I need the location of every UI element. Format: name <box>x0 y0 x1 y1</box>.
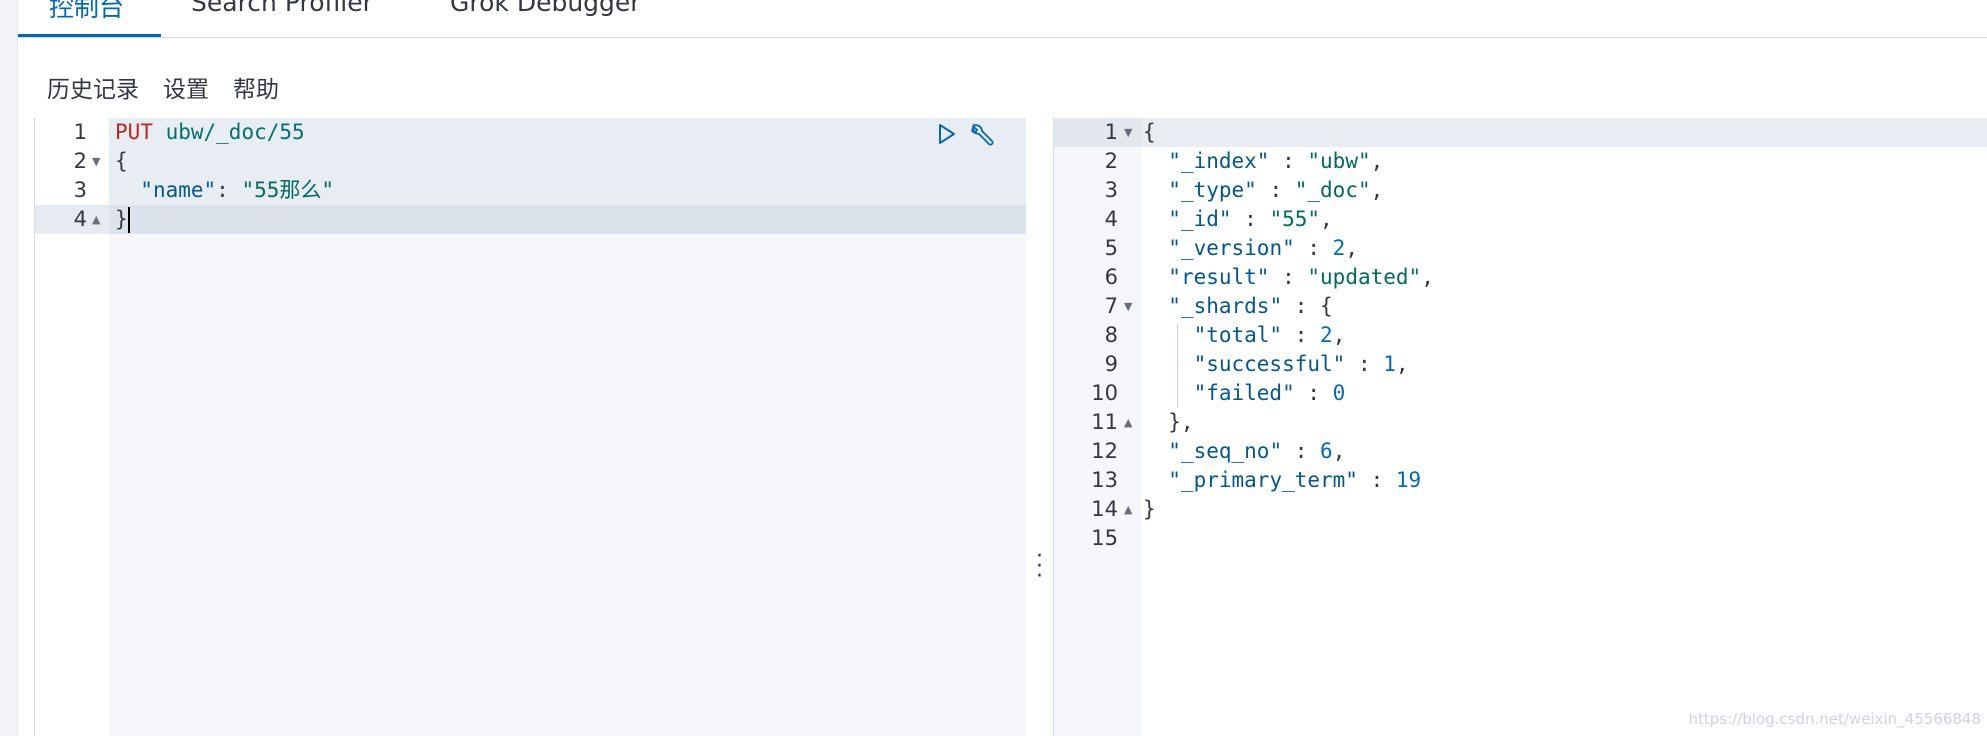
json-key: "_index" <box>1168 149 1270 173</box>
fold-close-icon[interactable]: ▲ <box>92 205 100 234</box>
fold-open-icon[interactable]: ▼ <box>1124 292 1132 321</box>
response-line: "_id" : "55", <box>1168 207 1333 231</box>
line-number: 7 <box>1104 294 1118 318</box>
line-number: 5 <box>1104 236 1118 260</box>
response-line: }, <box>1143 410 1194 434</box>
line-number: 8 <box>1104 323 1118 347</box>
current-line-highlight <box>109 205 1026 234</box>
request-line-1: PUT ubw/_doc/55 <box>115 118 305 147</box>
tab-grok-debugger[interactable]: Grok Debugger <box>450 0 641 17</box>
json-key: "_primary_term" <box>1168 468 1358 492</box>
active-tab-indicator <box>18 34 161 37</box>
line-number: 6 <box>1104 265 1118 289</box>
json-number-value: 0 <box>1332 381 1346 405</box>
indent-guide <box>1177 324 1178 408</box>
tab-search-profiler[interactable]: Search Profiler <box>191 0 373 17</box>
left-nav-strip <box>0 0 18 736</box>
json-number-value: 2 <box>1332 236 1346 260</box>
tab-bar: 控制台 Search Profiler Grok Debugger <box>18 0 1987 38</box>
json-key: "_seq_no" <box>1168 439 1283 463</box>
json-number-value: 2 <box>1320 323 1333 347</box>
response-current-line-highlight <box>1141 118 1987 147</box>
request-line-2: { <box>115 149 128 173</box>
line-number: 1 <box>1104 120 1118 144</box>
line-number: 4 <box>1104 207 1118 231</box>
line-number: 11 <box>1091 410 1118 434</box>
fold-open-icon[interactable]: ▼ <box>92 147 100 176</box>
json-string-value: "updated" <box>1307 265 1422 289</box>
line-number: 4 <box>73 207 87 231</box>
tab-console[interactable]: 控制台 <box>49 0 124 24</box>
response-line: "failed" : 0 <box>1193 381 1346 405</box>
request-code-area[interactable]: PUT ubw/_doc/55 { "name": "55那么" } <box>109 118 1026 736</box>
line-number: 2 <box>73 149 87 173</box>
request-line-3: "name": "55那么" <box>140 178 335 202</box>
request-gutter: 1 2 ▼ 3 4 ▲ <box>34 118 111 736</box>
http-method: PUT <box>115 120 153 144</box>
json-key: "name" <box>140 178 217 202</box>
menu-history[interactable]: 历史记录 <box>47 77 139 103</box>
json-number-value: 6 <box>1320 439 1333 463</box>
json-key: "result" <box>1168 265 1270 289</box>
response-line: "total" : 2, <box>1193 323 1346 347</box>
json-number-value: 19 <box>1395 468 1422 492</box>
json-key: "_version" <box>1168 236 1295 260</box>
json-key: "successful" <box>1193 352 1346 376</box>
response-line: "_index" : "ubw", <box>1168 149 1384 173</box>
line-number: 13 <box>1091 468 1118 492</box>
response-line: } <box>1143 497 1156 521</box>
response-line: "result" : "updated", <box>1168 265 1434 289</box>
line-number: 12 <box>1091 439 1118 463</box>
line-number: 3 <box>1104 178 1118 202</box>
fold-close-icon[interactable]: ▲ <box>1124 495 1132 524</box>
json-key: "_shards" <box>1168 294 1283 318</box>
json-key: "total" <box>1193 323 1283 347</box>
response-viewer: 1 ▼ 2 3 4 5 6 7 ▼ 8 9 10 11 ▲ 12 13 14 ▲… <box>1053 118 1987 736</box>
response-line: "_shards" : { <box>1168 294 1333 318</box>
response-line: { <box>1143 120 1156 144</box>
json-key: "_type" <box>1168 178 1257 202</box>
json-string-value: "55" <box>1269 207 1321 231</box>
json-string-value: "55那么" <box>241 178 335 202</box>
close-brace: } <box>115 207 128 231</box>
play-icon[interactable] <box>935 123 957 145</box>
json-key: "failed" <box>1193 381 1295 405</box>
response-code-area: { "_index" : "ubw", "_type" : "_doc", "_… <box>1141 118 1987 736</box>
request-editor[interactable]: 1 2 ▼ 3 4 ▲ PUT ubw/_doc/55 { "name": "5… <box>34 118 1026 736</box>
response-line: "_type" : "_doc", <box>1168 178 1384 202</box>
json-number-value: 1 <box>1383 352 1396 376</box>
line-number: 2 <box>1104 149 1118 173</box>
line-number: 3 <box>73 178 87 202</box>
response-line: "_version" : 2, <box>1168 236 1358 260</box>
menu-settings[interactable]: 设置 <box>163 77 209 103</box>
line-number: 9 <box>1104 352 1118 376</box>
fold-close-icon[interactable]: ▲ <box>1124 408 1132 437</box>
menu-help[interactable]: 帮助 <box>233 77 279 103</box>
request-line-4: } <box>115 205 130 234</box>
console-menu: 历史记录 设置 帮助 <box>47 70 303 104</box>
response-gutter: 1 ▼ 2 3 4 5 6 7 ▼ 8 9 10 11 ▲ 12 13 14 ▲… <box>1053 118 1143 736</box>
request-url: ubw/_doc/55 <box>165 120 305 144</box>
line-number: 15 <box>1091 526 1118 550</box>
watermark: https://blog.csdn.net/weixin_45566848 <box>1688 710 1981 728</box>
fold-open-icon[interactable]: ▼ <box>1124 118 1132 147</box>
response-line: "_seq_no" : 6, <box>1168 439 1346 463</box>
panel-resizer[interactable] <box>1026 118 1053 736</box>
line-number: 14 <box>1091 497 1118 521</box>
text-cursor <box>127 207 130 233</box>
response-line: "successful" : 1, <box>1193 352 1409 376</box>
json-key: "_id" <box>1168 207 1232 231</box>
json-string-value: "ubw" <box>1307 149 1371 173</box>
wrench-icon[interactable] <box>966 121 994 149</box>
line-number: 10 <box>1091 381 1118 405</box>
vertical-dots-icon[interactable]: · · · <box>1036 546 1043 588</box>
response-line: "_primary_term" : 19 <box>1168 468 1422 492</box>
json-string-value: "_doc" <box>1294 178 1371 202</box>
line-number: 1 <box>73 120 87 144</box>
